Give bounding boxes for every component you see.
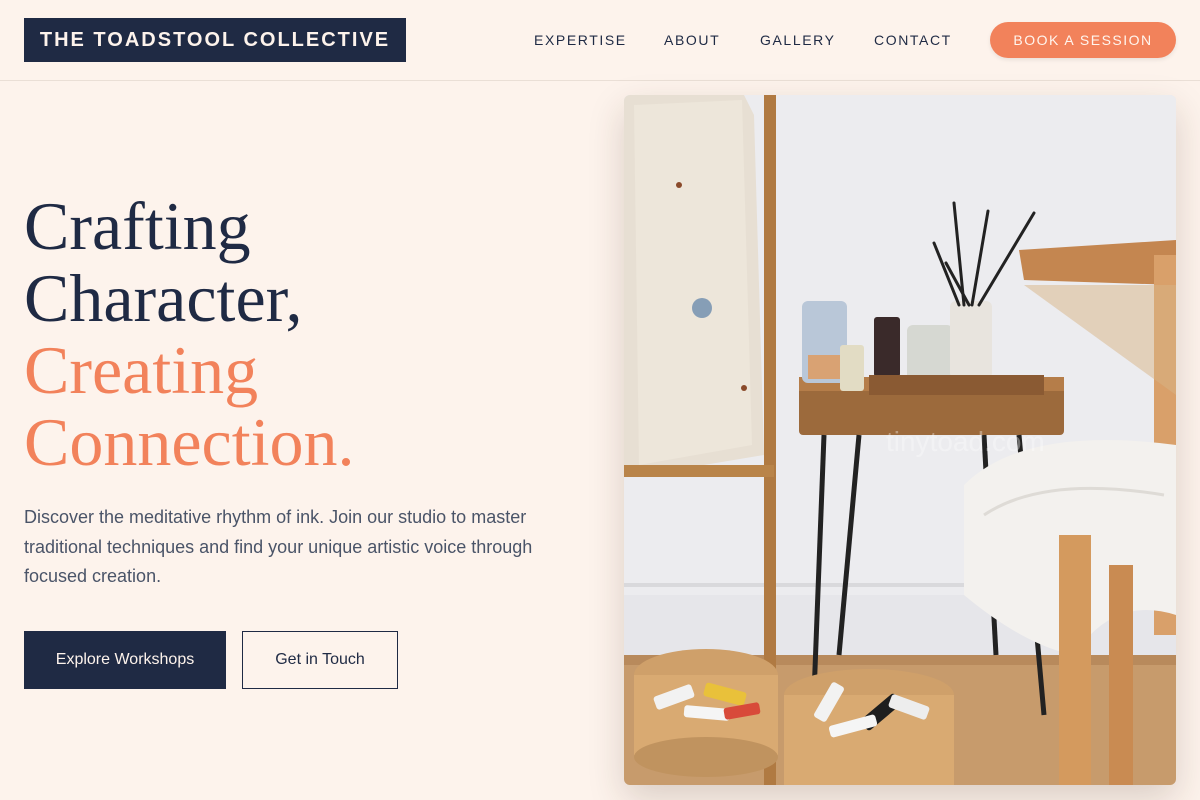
explore-workshops-button[interactable]: Explore Workshops bbox=[24, 631, 226, 689]
headline-line-3: Creating bbox=[24, 332, 259, 408]
book-session-button[interactable]: BOOK A SESSION bbox=[990, 22, 1176, 58]
headline-line-4: Connection. bbox=[24, 404, 355, 480]
photo-watermark: tinytoad.com bbox=[886, 426, 1045, 457]
nav-expertise[interactable]: EXPERTISE bbox=[534, 32, 627, 48]
hero-headline: Crafting Character, Creating Connection. bbox=[24, 190, 584, 478]
nav-about[interactable]: ABOUT bbox=[664, 32, 720, 48]
studio-illustration: tinytoad.com bbox=[624, 95, 1176, 785]
hero-description: Discover the meditative rhythm of ink. J… bbox=[24, 507, 533, 586]
headline-line-1: Crafting bbox=[24, 188, 251, 264]
site-header: THE TOADSTOOL COLLECTIVE EXPERTISE ABOUT… bbox=[0, 0, 1200, 81]
headline-line-2: Character, bbox=[24, 260, 303, 336]
nav-gallery[interactable]: GALLERY bbox=[760, 32, 836, 48]
get-in-touch-button[interactable]: Get in Touch bbox=[242, 631, 398, 689]
hero-photo: tinytoad.com bbox=[624, 95, 1176, 785]
nav-contact[interactable]: CONTACT bbox=[874, 32, 952, 48]
site-logo[interactable]: THE TOADSTOOL COLLECTIVE bbox=[24, 18, 406, 62]
